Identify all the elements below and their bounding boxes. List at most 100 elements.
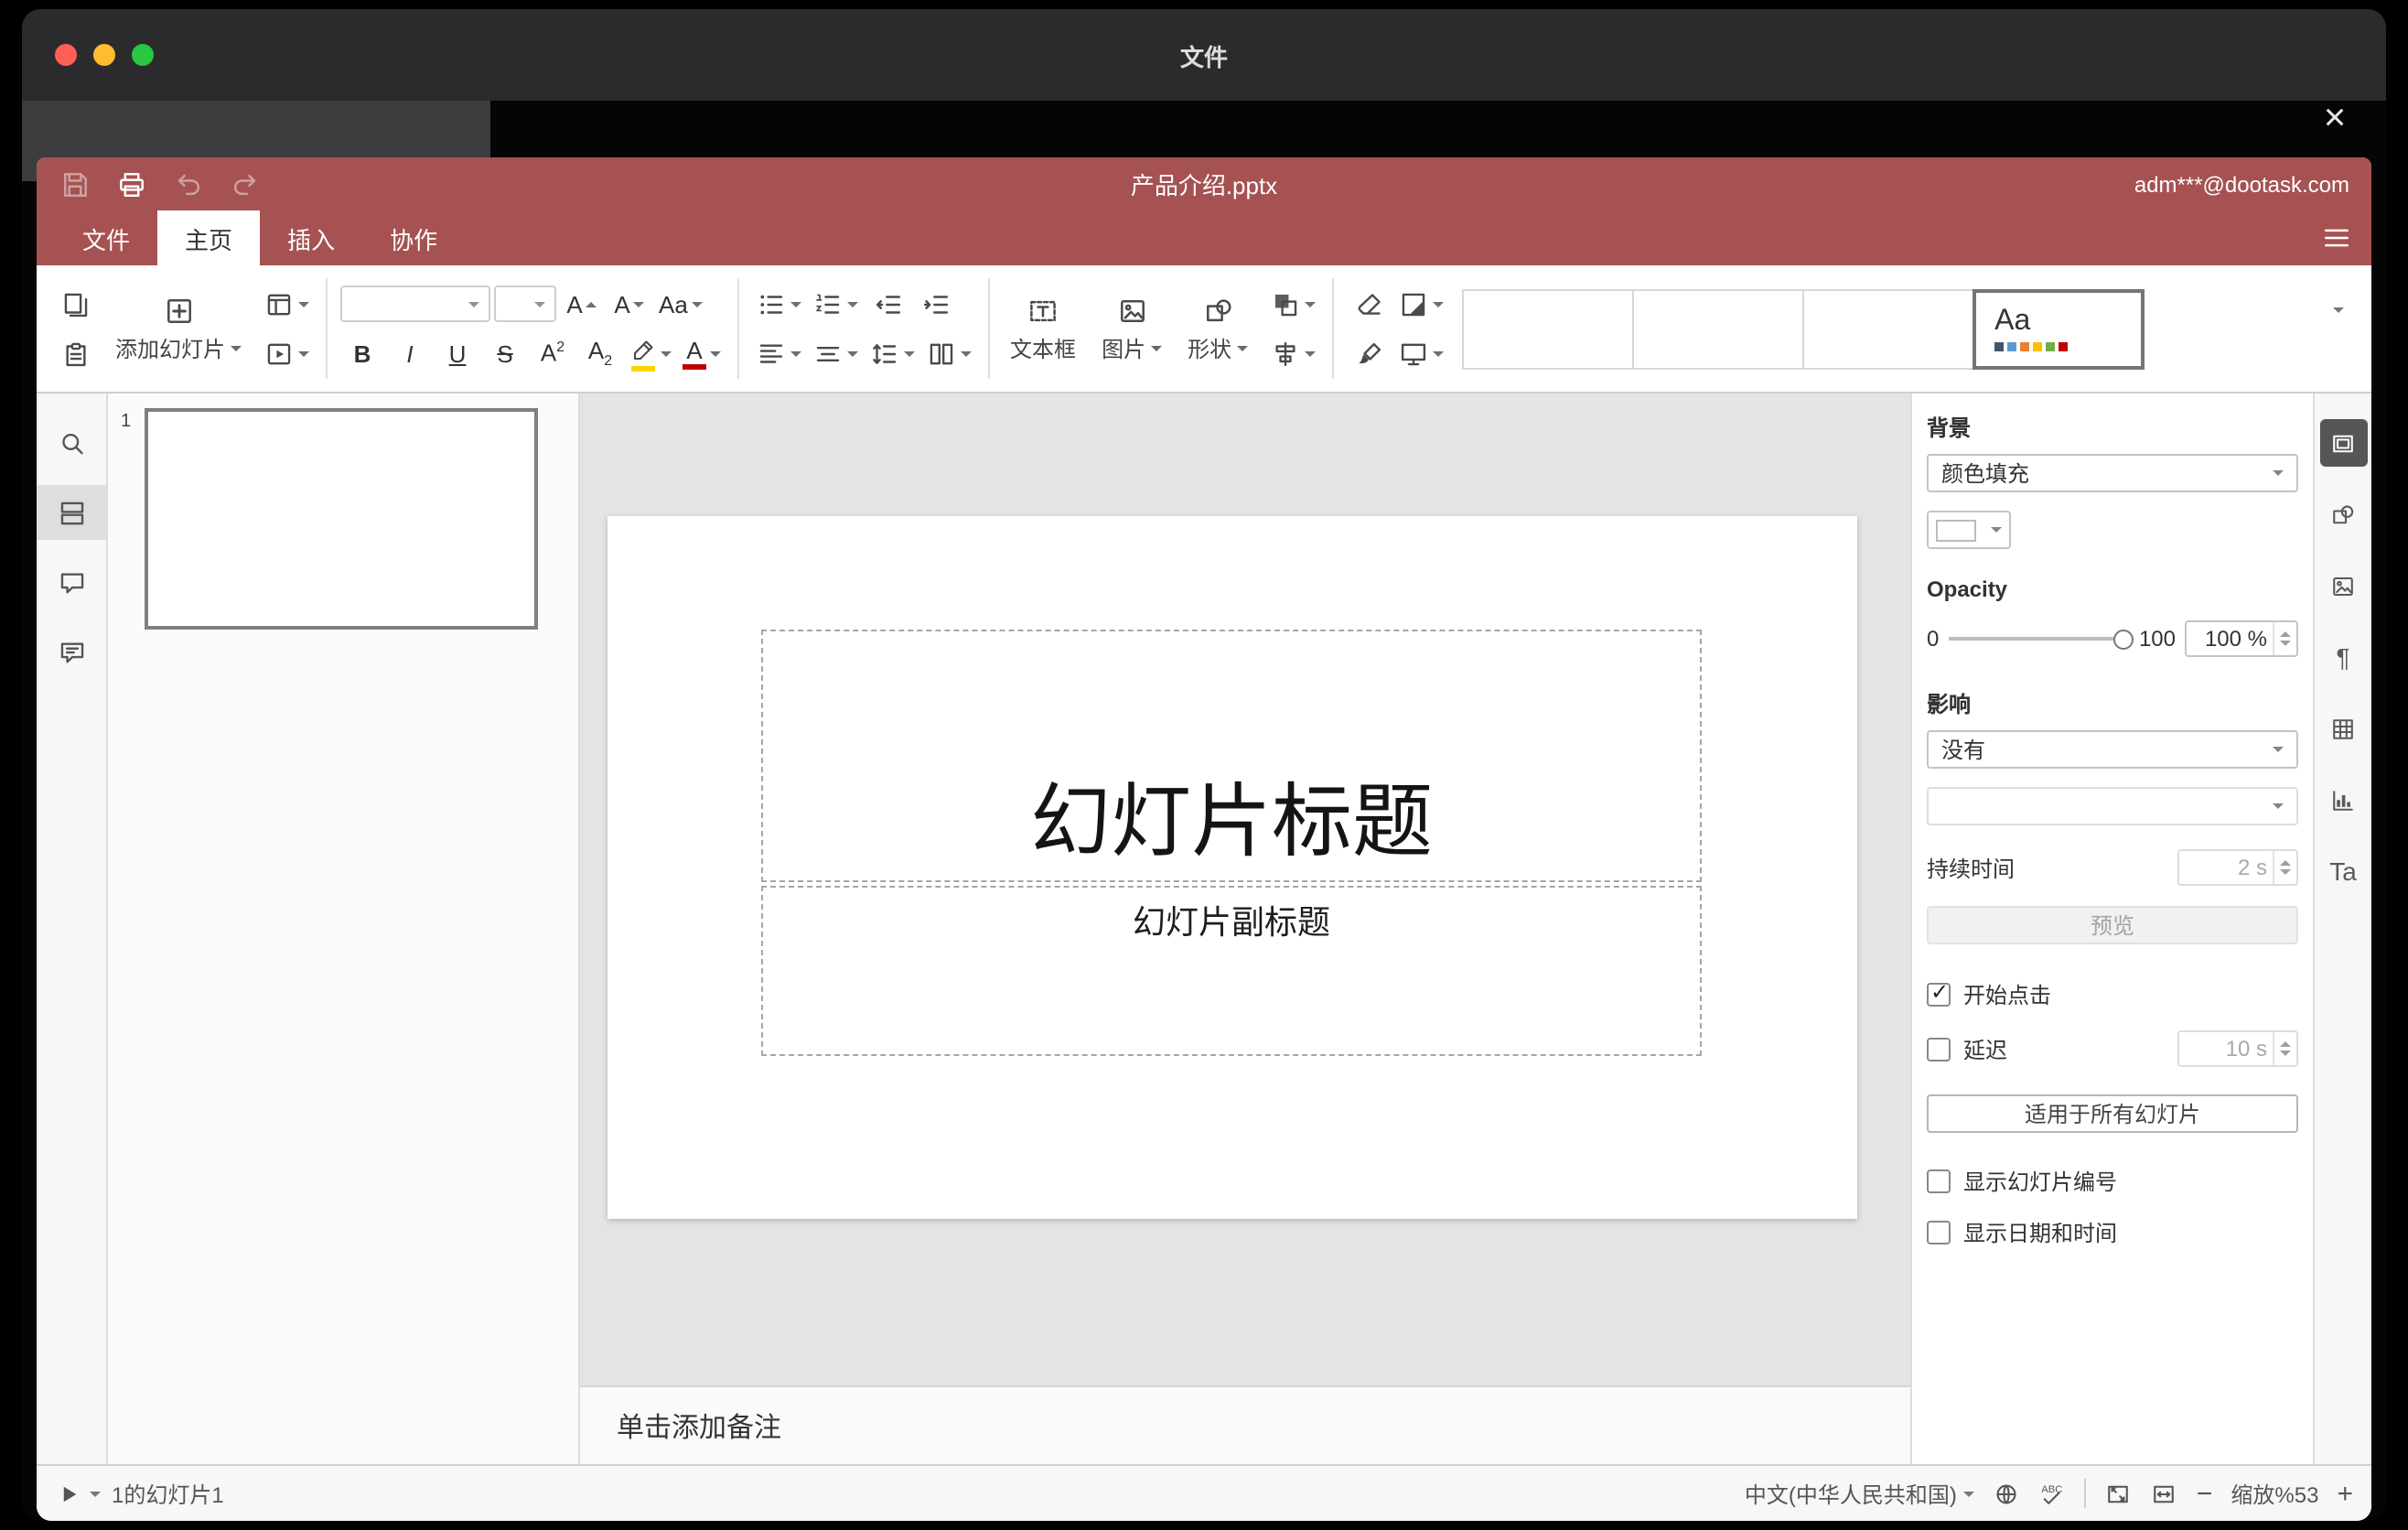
notes-area[interactable]: 单击添加备注 (580, 1385, 1910, 1464)
table-settings-tab[interactable] (2319, 705, 2367, 752)
align-shape-button[interactable] (1266, 331, 1319, 375)
show-date-checkbox[interactable] (1927, 1221, 1951, 1244)
spinner-arrows[interactable] (2273, 1032, 2296, 1065)
theme-gallery-expand-button[interactable] (2317, 307, 2360, 345)
tab-home[interactable]: 主页 (157, 210, 261, 265)
bold-button[interactable]: B (340, 331, 384, 375)
bullets-button[interactable] (752, 282, 805, 326)
font-size-select[interactable] (494, 286, 557, 322)
slides-panel-button[interactable] (37, 485, 107, 540)
transition-effect-select[interactable]: 没有 (1927, 730, 2298, 769)
increase-indent-button[interactable] (913, 282, 957, 326)
comments-button[interactable] (37, 555, 107, 609)
highlight-color-bar (631, 365, 656, 371)
background-color-picker[interactable] (1927, 511, 2011, 549)
insert-textbox-button[interactable]: 文本框 (997, 265, 1089, 392)
slideshow-icon (263, 338, 295, 369)
font-name-select[interactable] (340, 286, 491, 322)
add-slide-button[interactable]: 添加幻灯片 (102, 265, 254, 392)
tab-file[interactable]: 文件 (55, 210, 157, 265)
fit-to-slide-button[interactable] (2105, 1480, 2133, 1507)
copy-button[interactable] (53, 282, 97, 326)
opacity-slider-knob[interactable] (2112, 629, 2134, 649)
set-language-button[interactable] (1994, 1480, 2021, 1507)
strikethrough-button[interactable]: S (483, 331, 527, 375)
preview-button[interactable]: 预览 (1927, 906, 2298, 944)
redo-icon[interactable] (229, 167, 262, 200)
effect-variant-select[interactable] (1927, 787, 2298, 825)
delay-checkbox[interactable] (1927, 1037, 1951, 1061)
clear-style-button[interactable] (1347, 282, 1391, 326)
decrease-font-button[interactable]: A (607, 282, 651, 326)
decrease-indent-button[interactable] (865, 282, 909, 326)
shape-fill-button[interactable] (1394, 282, 1447, 326)
background-fill-select[interactable]: 颜色填充 (1927, 454, 2298, 492)
vertical-align-button[interactable] (809, 331, 862, 375)
tab-collaboration[interactable]: 协作 (362, 210, 465, 265)
show-slide-number-checkbox[interactable] (1927, 1169, 1951, 1193)
textart-settings-tab[interactable]: Ta (2319, 847, 2367, 895)
language-selector[interactable]: 中文(中华人民共和国) (1745, 1478, 1975, 1509)
highlight-color-button[interactable] (626, 331, 675, 375)
italic-button[interactable]: I (388, 331, 432, 375)
paste-button[interactable] (53, 331, 97, 375)
show-date-row[interactable]: 显示日期和时间 (1927, 1217, 2298, 1248)
slide-size-button[interactable] (1394, 331, 1447, 375)
zoom-out-button[interactable]: − (2197, 1480, 2213, 1507)
apply-to-all-slides-button[interactable]: 适用于所有幻灯片 (1927, 1094, 2298, 1133)
start-slideshow-status-button[interactable] (55, 1480, 101, 1507)
chat-button[interactable] (37, 624, 107, 679)
underline-button[interactable]: U (435, 331, 479, 375)
theme-tile[interactable] (1632, 288, 1805, 369)
theme-tile-selected[interactable]: Aa (1973, 288, 2145, 369)
change-case-button[interactable]: Aa (655, 282, 706, 326)
paragraph-settings-tab[interactable]: ¶ (2319, 633, 2367, 681)
shape-settings-tab[interactable] (2319, 490, 2367, 538)
save-icon[interactable] (59, 167, 91, 200)
subtitle-placeholder[interactable]: 幻灯片副标题 (761, 886, 1702, 1056)
spell-check-button[interactable] (2039, 1480, 2067, 1507)
menu-icon[interactable] (2320, 221, 2353, 254)
print-icon[interactable] (115, 167, 148, 200)
delay-checkbox-row[interactable]: 延迟 (1927, 1033, 2007, 1064)
delay-spinner[interactable]: 10 s (2177, 1030, 2298, 1067)
arrange-shape-button[interactable] (1266, 282, 1319, 326)
horizontal-align-button[interactable] (752, 331, 805, 375)
theme-tile[interactable] (1462, 288, 1635, 369)
quick-access-icons (59, 167, 262, 200)
start-on-click-checkbox[interactable] (1927, 979, 1951, 1007)
columns-button[interactable] (922, 331, 975, 375)
start-on-click-checkbox-row[interactable]: 开始点击 (1927, 979, 2298, 1010)
theme-tile[interactable] (1802, 288, 1975, 369)
subscript-button[interactable]: A2 (578, 331, 622, 375)
slide-settings-tab[interactable] (2319, 419, 2367, 467)
slide-canvas[interactable]: 幻灯片标题 幻灯片副标题 (580, 393, 1910, 1385)
opacity-slider-track[interactable] (1948, 629, 2134, 649)
zoom-in-button[interactable]: + (2337, 1480, 2353, 1507)
insert-shape-button[interactable]: 形状 (1175, 265, 1261, 392)
title-placeholder[interactable]: 幻灯片标题 (761, 630, 1702, 882)
image-settings-tab[interactable] (2319, 562, 2367, 609)
chart-settings-tab[interactable] (2319, 776, 2367, 824)
copy-style-button[interactable] (1347, 331, 1391, 375)
show-slide-number-row[interactable]: 显示幻灯片编号 (1927, 1166, 2298, 1197)
spinner-arrows[interactable] (2273, 622, 2296, 655)
tab-insert[interactable]: 插入 (260, 210, 362, 265)
duration-spinner[interactable]: 2 s (2177, 849, 2298, 886)
opacity-spinner[interactable]: 100 % (2185, 620, 2298, 657)
spinner-arrows[interactable] (2273, 851, 2296, 884)
close-overlay-button[interactable]: × (2313, 97, 2357, 141)
fit-to-width-button[interactable] (2151, 1480, 2178, 1507)
undo-icon[interactable] (172, 167, 205, 200)
line-spacing-button[interactable] (865, 331, 919, 375)
start-slideshow-button[interactable] (260, 331, 313, 375)
slide-thumbnail[interactable] (145, 408, 538, 630)
numbering-button[interactable] (809, 282, 862, 326)
superscript-button[interactable]: A2 (531, 331, 575, 375)
change-layout-button[interactable] (260, 282, 313, 326)
font-color-button[interactable]: A (679, 331, 725, 375)
insert-image-button[interactable]: 图片 (1089, 265, 1175, 392)
search-button[interactable] (37, 415, 107, 470)
increase-font-button[interactable]: A (560, 282, 604, 326)
slide[interactable]: 幻灯片标题 幻灯片副标题 (607, 516, 1857, 1219)
